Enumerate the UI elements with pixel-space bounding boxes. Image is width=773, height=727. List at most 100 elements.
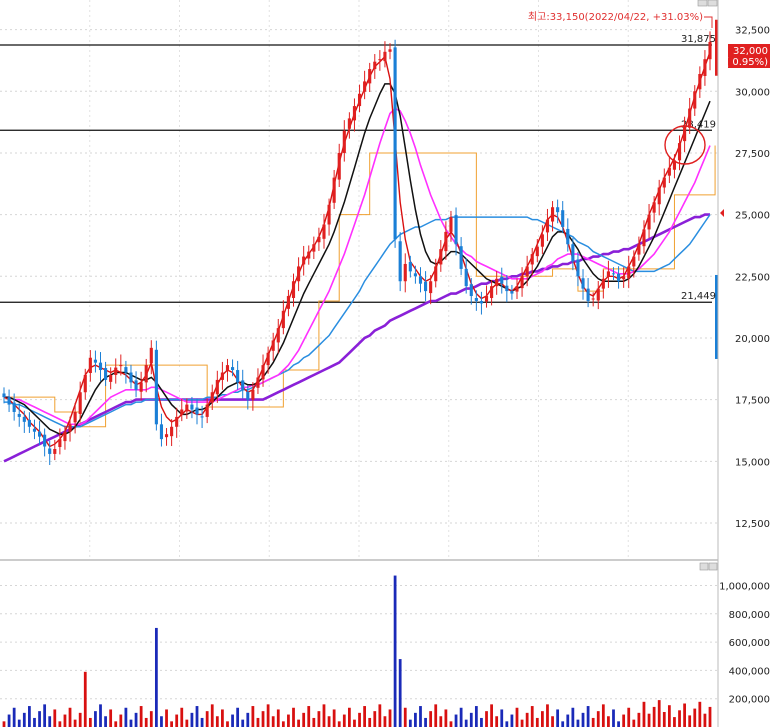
volume-bar [363, 706, 367, 727]
candle-body [286, 296, 290, 309]
volume-bar [104, 716, 107, 727]
candle-body [53, 448, 57, 454]
volume-bar [505, 721, 509, 727]
candle-body [109, 374, 113, 382]
candle-body [393, 47, 397, 240]
candle-body [63, 431, 67, 442]
candle-body [652, 202, 656, 213]
price-tick-label: 17,500 [735, 396, 770, 407]
volume-bar [368, 717, 372, 727]
candle-body [205, 404, 209, 417]
volume-bar [414, 712, 417, 727]
volume-bar [500, 709, 504, 727]
panel-button-1[interactable] [699, 562, 709, 571]
candle-body [479, 300, 484, 304]
candle-body [408, 261, 412, 272]
volume-bar [38, 711, 41, 727]
volume-bar [134, 712, 138, 727]
volume-bar [241, 719, 245, 727]
panel-button-2[interactable] [708, 562, 718, 571]
volume-bars [2, 575, 712, 727]
candle-body [281, 310, 285, 329]
candle-body [139, 382, 143, 392]
volume-tick-label: 200,000 [729, 695, 770, 706]
volume-bar [185, 719, 189, 727]
candle-body [93, 359, 97, 363]
candle-body [459, 246, 463, 269]
volume-bar [94, 711, 97, 727]
volume-bar [12, 707, 16, 727]
volume-bar [124, 707, 128, 727]
candle-body [48, 448, 52, 454]
volume-bar [662, 711, 666, 727]
panel-button-top-2[interactable] [707, 0, 718, 7]
stock-chart: 31,87528,41921,449 32,50030,00027,50025,… [0, 0, 770, 727]
candle-body [677, 143, 682, 161]
candle-body [236, 370, 240, 383]
volume-bar [617, 721, 620, 727]
candle-body [261, 365, 265, 380]
candle-body [251, 389, 255, 400]
volume-grid [0, 584, 718, 700]
volume-bar [434, 704, 438, 727]
volume-bar [226, 721, 229, 727]
candle-body [271, 340, 275, 351]
candle-body [429, 281, 433, 294]
candle-body [454, 215, 458, 245]
candle-body [434, 266, 438, 282]
volume-bar [546, 704, 549, 727]
candle-body [484, 296, 489, 302]
candle-body [241, 380, 245, 390]
volume-bar [83, 671, 87, 727]
volume-bar [261, 711, 265, 727]
candle-body [220, 372, 224, 380]
candle-body [540, 234, 544, 247]
volume-bar [429, 711, 433, 727]
candle-body [576, 259, 580, 277]
candle-body [683, 125, 687, 142]
candle-body [215, 379, 219, 395]
candle-body [693, 91, 697, 109]
volume-bar [215, 716, 219, 727]
volume-bar [139, 706, 143, 727]
candle-body [667, 167, 671, 176]
volume-bar [424, 717, 427, 727]
volume-bar [78, 712, 82, 727]
candle-body [200, 416, 204, 418]
candle-body [88, 357, 92, 374]
volume-bar [205, 711, 209, 727]
volume-bar [520, 719, 524, 727]
volume-bar [297, 719, 300, 727]
candle-body [104, 368, 108, 380]
candle-body [403, 263, 407, 282]
price-tick-label: 22,500 [735, 272, 770, 283]
volume-tick-label: 800,000 [729, 610, 770, 621]
volume-bar [596, 711, 600, 727]
volume-bar [566, 714, 570, 727]
candle-body [581, 278, 585, 289]
panel-button-top[interactable] [697, 0, 708, 7]
volume-bar [551, 716, 554, 727]
candle-body [596, 288, 600, 301]
volume-bar [576, 719, 580, 727]
candle-body [708, 41, 712, 60]
volume-bar [302, 712, 306, 727]
candle-body [368, 69, 372, 84]
candle-body [185, 404, 189, 412]
volume-bar [693, 708, 697, 727]
candle-body [352, 106, 357, 121]
volume-bar [190, 712, 194, 727]
candle-body [180, 409, 184, 415]
volume-bar [642, 701, 646, 727]
volume-bar [581, 712, 585, 727]
candle-body [500, 276, 504, 284]
volume-bar [58, 721, 62, 727]
candle-body [312, 244, 316, 252]
volume-bar [7, 714, 11, 727]
candle-body [175, 416, 179, 427]
volume-bar [337, 721, 341, 727]
candle-body [129, 372, 133, 383]
candle-body [124, 367, 128, 373]
candle-body [662, 177, 666, 188]
volume-bar [612, 709, 615, 727]
